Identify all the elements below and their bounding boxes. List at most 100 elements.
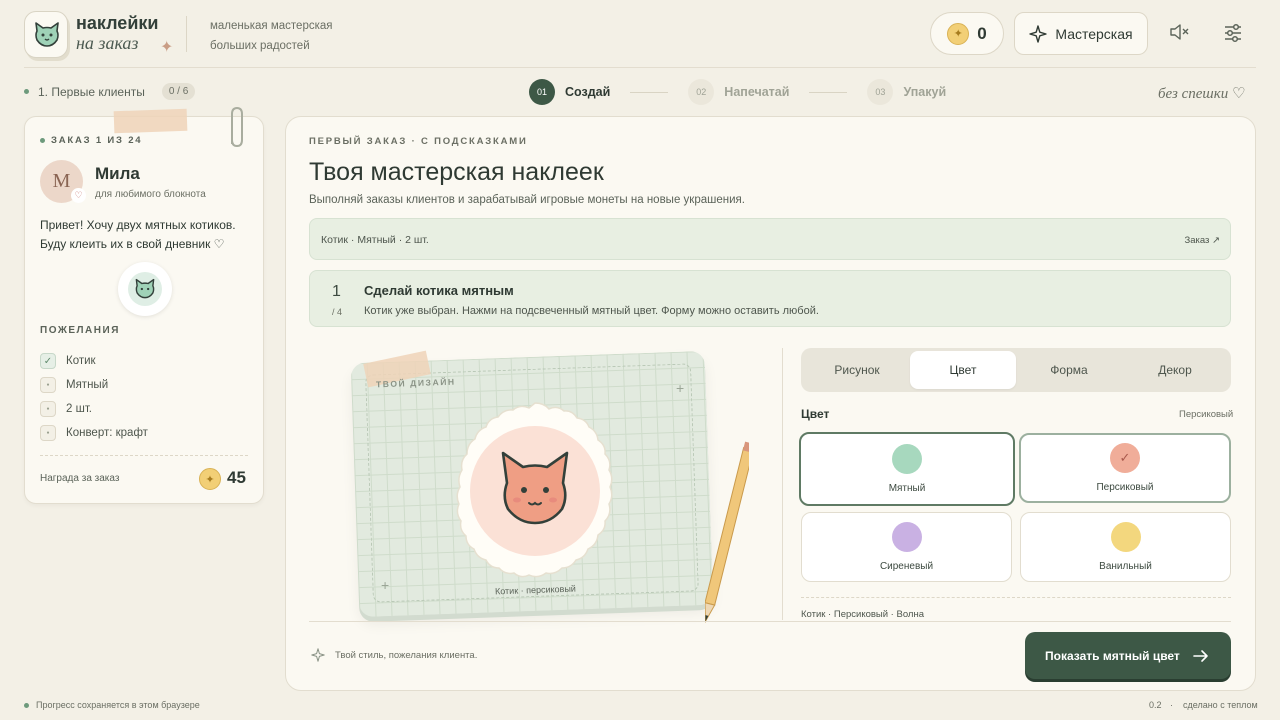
- separator-dot: ·: [1170, 700, 1173, 710]
- pending-dot-icon: ●: [40, 401, 56, 417]
- tagline-line1: маленькая мастерская: [210, 20, 333, 32]
- sliders-icon[interactable]: [1222, 22, 1246, 46]
- pending-dot-icon: ●: [40, 377, 56, 393]
- tab-shape[interactable]: Форма: [1016, 351, 1122, 389]
- page-title: Твоя мастерская наклеек: [309, 158, 604, 186]
- wishes-heading: ПОЖЕЛАНИЯ: [40, 325, 120, 336]
- reward-label: Награда за заказ: [40, 473, 120, 484]
- color-heading: Цвет: [801, 407, 830, 421]
- editor-tabs: Рисунок Цвет Форма Декор: [801, 348, 1231, 392]
- check-icon: ✓: [40, 353, 56, 369]
- footer-divider: [309, 621, 1231, 622]
- color-name: Ванильный: [1099, 561, 1152, 572]
- design-summary: Котик · Персиковый · Волна: [801, 609, 924, 620]
- task-number: 1: [332, 283, 341, 300]
- color-option-peach[interactable]: ✓ Персиковый: [1019, 433, 1231, 503]
- coin-icon: ✦: [947, 22, 970, 45]
- sparkle-icon: ✦: [160, 39, 174, 56]
- client-subtitle: для любимого блокнота: [95, 189, 206, 200]
- style-hint: Твой стиль, пожелания клиента.: [311, 648, 477, 662]
- status-dot: [24, 702, 29, 708]
- step-pack: 03 Упакуй: [867, 79, 946, 105]
- workshop-button[interactable]: Мастерская: [1014, 12, 1148, 55]
- tagline-line2: больших радостей: [210, 40, 310, 52]
- wish-item: ● Мятный: [40, 377, 108, 393]
- color-dot: [891, 522, 922, 552]
- tab-drawing[interactable]: Рисунок: [804, 351, 910, 389]
- color-option-vanilla[interactable]: Ванильный: [1020, 512, 1231, 582]
- tape-decoration: [113, 108, 188, 134]
- level-indicator: 1. Первые клиенты 0 / 6: [24, 83, 196, 100]
- header-divider: [186, 16, 187, 52]
- sticker-preview-mini: [118, 262, 172, 316]
- brand-title: наклейки: [76, 13, 159, 33]
- header-divider-line: [24, 67, 1256, 68]
- step-number: 02: [688, 79, 715, 105]
- save-status: Прогресс сохраняется в этом браузере: [24, 700, 200, 710]
- level-count-badge: 0 / 6: [161, 83, 196, 100]
- wish-item: ● Конверт: крафт: [40, 425, 148, 441]
- sparkle-icon: [1029, 24, 1048, 43]
- step-number: 01: [529, 79, 555, 105]
- sparkle-icon: [311, 648, 325, 662]
- hint-text: Твой стиль, пожелания клиента.: [335, 649, 478, 661]
- show-mint-button[interactable]: Показать мятный цвет: [1025, 632, 1231, 679]
- color-name: Персиковый: [1096, 482, 1154, 493]
- step-connector: [630, 91, 669, 93]
- coin-icon: ✦: [199, 468, 221, 490]
- mood-label: без спешки ♡: [1158, 86, 1246, 102]
- step-label: Создай: [565, 85, 611, 99]
- color-option-lilac[interactable]: Сиреневый: [801, 512, 1012, 582]
- editor-divider: [801, 597, 1231, 598]
- step-number: 03: [867, 79, 894, 105]
- cat-icon: [135, 278, 155, 299]
- speaker-mute-icon[interactable]: [1168, 22, 1192, 46]
- check-icon: ✓: [1110, 443, 1140, 473]
- step-label: Напечатай: [724, 85, 790, 99]
- wish-item: ● 2 шт.: [40, 401, 92, 417]
- color-dot: [892, 444, 922, 474]
- plus-mark-icon: +: [676, 380, 685, 396]
- tab-color[interactable]: Цвет: [910, 351, 1016, 389]
- step-create[interactable]: 01 Создай: [529, 79, 610, 105]
- main-kicker: ПЕРВЫЙ ЗАКАЗ · С ПОДСКАЗКАМИ: [309, 136, 528, 147]
- client-message: Привет! Хочу двух мятных котиков. Буду к…: [40, 218, 236, 251]
- arrow-right-icon: [1193, 649, 1208, 662]
- order-summary: Котик · Мятный · 2 шт.: [321, 234, 429, 246]
- tagline: маленькая мастерская больших радостей: [210, 16, 333, 56]
- color-option-mint[interactable]: Мятный: [799, 432, 1015, 506]
- level-dot: [24, 89, 29, 94]
- order-number: ЗАКАЗ 1 ИЗ 24: [51, 135, 143, 146]
- stepper: 01 Создай 02 Напечатай 03 Упакуй: [529, 79, 946, 105]
- cat-logo-icon: [35, 22, 59, 47]
- task-description: Котик уже выбран. Нажми на подсвеченный …: [364, 305, 819, 317]
- color-dot: [1110, 522, 1141, 552]
- version: 0.2: [1149, 700, 1162, 710]
- order-link[interactable]: Заказ ↗: [1184, 235, 1220, 246]
- task-banner: 1 / 4 Сделай котика мятным Котик уже выб…: [309, 270, 1231, 327]
- panel-divider: [782, 348, 783, 620]
- brand-subtitle: на заказ: [76, 33, 139, 53]
- reward-value: 45: [227, 468, 246, 487]
- task-total: / 4: [332, 307, 343, 317]
- heart-icon: ♡: [71, 188, 86, 203]
- step-print: 02 Напечатай: [688, 79, 789, 105]
- wish-label: Котик: [66, 355, 96, 367]
- coin-balance[interactable]: ✦ 0: [930, 12, 1004, 55]
- workshop-label: Мастерская: [1055, 25, 1133, 42]
- wish-item: ✓ Котик: [40, 353, 96, 369]
- step-connector: [809, 91, 848, 93]
- logo: [24, 11, 68, 58]
- order-summary-bar: Котик · Мятный · 2 шт. Заказ ↗: [309, 218, 1231, 260]
- color-name: Мятный: [888, 483, 926, 494]
- tab-decor[interactable]: Декор: [1122, 351, 1228, 389]
- level-label: 1. Первые клиенты: [38, 84, 145, 99]
- task-title: Сделай котика мятным: [364, 283, 514, 298]
- save-text: Прогресс сохраняется в этом браузере: [36, 700, 200, 710]
- sticker-preview[interactable]: [446, 402, 624, 580]
- cta-label: Показать мятный цвет: [1045, 648, 1180, 663]
- color-name: Сиреневый: [879, 561, 934, 572]
- paperclip-icon: [231, 106, 243, 148]
- current-color: Персиковый: [1179, 409, 1234, 420]
- client-name: Мила: [95, 164, 140, 183]
